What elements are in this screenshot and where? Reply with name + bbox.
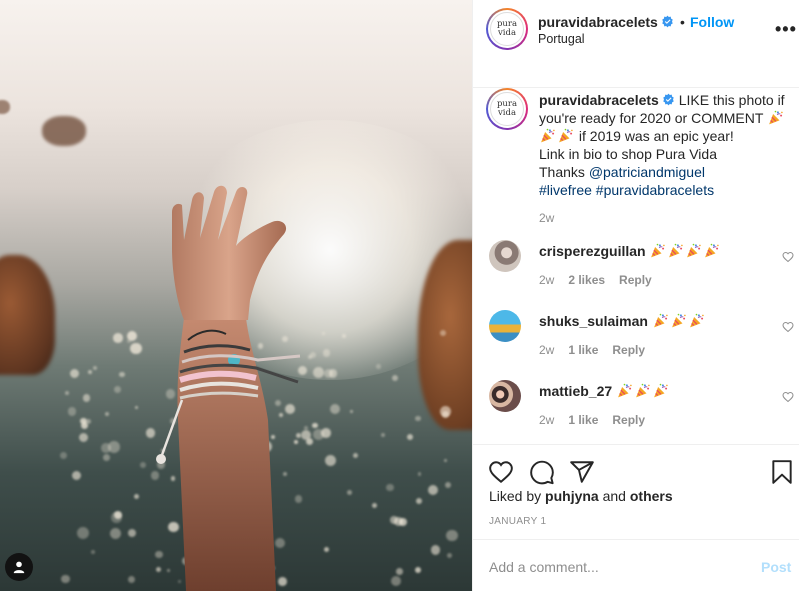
logo-line: vida	[497, 108, 517, 118]
party-popper-icon	[769, 110, 783, 125]
reply-button[interactable]: Reply	[612, 413, 645, 427]
pura-vida-logo: pura vida	[490, 92, 524, 126]
caption-timestamp[interactable]: 2w	[539, 211, 554, 225]
user-tag-icon	[13, 561, 25, 574]
comment-username[interactable]: shuks_sulaiman	[539, 313, 648, 329]
reply-button[interactable]: Reply	[612, 343, 645, 357]
username-text: puravidabracelets	[538, 14, 658, 30]
pura-vida-logo: pura vida	[490, 12, 524, 46]
post-detail-panel: pura vida puravidabracelets • Follow Port…	[472, 0, 799, 591]
party-popper-icon	[559, 128, 573, 143]
comment-item: shuks_sulaiman 2w 1 like Reply	[473, 310, 799, 380]
party-popper-icon	[653, 313, 668, 328]
avatar[interactable]	[489, 310, 521, 342]
post-photo[interactable]	[0, 0, 472, 591]
party-popper-icon	[669, 243, 684, 258]
caption-line: Link in bio to shop Pura Vida	[539, 146, 717, 162]
party-popper-icon	[687, 243, 702, 258]
heart-icon[interactable]	[782, 321, 794, 333]
party-popper-icon	[636, 383, 650, 398]
party-popper-icon	[705, 243, 720, 258]
caption-thanks: Thanks	[539, 164, 585, 180]
post-comment-button[interactable]: Post	[761, 559, 791, 575]
party-popper-icon	[671, 313, 686, 328]
liked-by-user[interactable]: puhjyna	[545, 488, 599, 504]
comment-likes[interactable]: 1 like	[568, 343, 598, 357]
post-caption: pura vida puravidabracelets LIKE this pho…	[473, 88, 799, 240]
heart-icon[interactable]	[782, 251, 794, 263]
logo-line: vida	[497, 28, 517, 38]
comment-input[interactable]: Add a comment...	[489, 559, 599, 575]
party-emoji-group	[652, 313, 706, 329]
separator-dot: •	[680, 14, 685, 30]
post-header: pura vida puravidabracelets • Follow Port…	[473, 0, 799, 88]
share-icon[interactable]	[569, 459, 595, 485]
comment-likes[interactable]: 2 likes	[568, 273, 605, 287]
mention-link[interactable]: @patriciandmiguel	[589, 164, 705, 180]
comment-timestamp[interactable]: 2w	[539, 273, 554, 287]
comment-likes[interactable]: 1 like	[568, 413, 598, 427]
heart-icon[interactable]	[488, 459, 514, 485]
bookmark-icon[interactable]	[769, 459, 795, 485]
more-options-icon[interactable]: •••	[775, 19, 797, 40]
liked-by: Liked by puhjyna and others	[489, 488, 673, 504]
reply-button[interactable]: Reply	[619, 273, 652, 287]
comment-item: crisperezguillan 2w 2 likes Reply	[473, 240, 799, 310]
caption-line: if 2019 was an epic year!	[578, 128, 734, 144]
party-emoji-group	[649, 243, 721, 259]
post-username[interactable]: puravidabracelets	[538, 14, 674, 30]
avatar[interactable]: pura vida	[486, 8, 528, 50]
comments-list[interactable]: pura vida puravidabracelets LIKE this pho…	[473, 88, 799, 444]
verified-icon	[662, 15, 673, 28]
party-popper-icon	[654, 383, 668, 398]
post-location[interactable]: Portugal	[538, 32, 585, 46]
comment-icon[interactable]	[529, 459, 555, 485]
party-popper-icon	[541, 128, 555, 143]
liked-by-prefix: Liked by	[489, 488, 542, 504]
follow-button[interactable]: Follow	[690, 14, 734, 30]
hashtag-links[interactable]: #livefree #puravidabracelets	[539, 182, 714, 198]
tagged-users-button[interactable]	[5, 553, 33, 581]
party-popper-icon	[689, 313, 704, 328]
comment-username[interactable]: crisperezguillan	[539, 243, 646, 259]
comment-timestamp[interactable]: 2w	[539, 413, 554, 427]
comment-timestamp[interactable]: 2w	[539, 343, 554, 357]
comment-item: mattieb_27 2w 1 like Reply	[473, 380, 799, 444]
add-comment-bar: Add a comment... Post	[473, 539, 799, 591]
post-date[interactable]: JANUARY 1	[489, 516, 546, 527]
caption-username[interactable]: puravidabracelets	[539, 92, 659, 108]
heart-icon[interactable]	[782, 391, 794, 403]
party-popper-icon	[618, 383, 632, 398]
avatar[interactable]	[489, 240, 521, 272]
liked-by-others[interactable]: others	[630, 488, 673, 504]
verified-icon	[663, 93, 674, 106]
liked-by-and: and	[602, 488, 626, 504]
party-emoji-group	[616, 383, 670, 399]
caption-text: puravidabracelets LIKE this photo if you…	[539, 91, 797, 199]
photo-arm	[156, 185, 301, 591]
avatar[interactable]: pura vida	[486, 88, 528, 130]
party-popper-icon	[651, 243, 666, 258]
avatar[interactable]	[489, 380, 521, 412]
comment-username[interactable]: mattieb_27	[539, 383, 612, 399]
